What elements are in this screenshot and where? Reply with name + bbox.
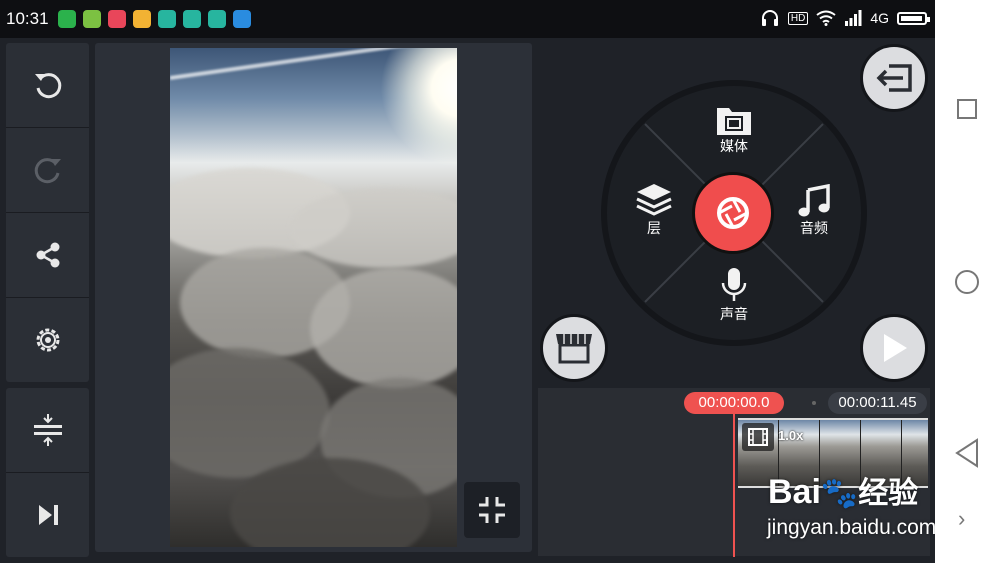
share-button[interactable] (6, 213, 89, 297)
exit-icon (876, 64, 912, 92)
status-time: 10:31 (6, 9, 49, 28)
playhead[interactable] (733, 414, 735, 557)
sun-glare (380, 48, 457, 168)
voice-menu-item[interactable]: 声音 (713, 266, 755, 324)
share-icon (36, 242, 59, 268)
audio-label: 音频 (800, 220, 828, 236)
recent-apps-button[interactable] (957, 99, 977, 119)
home-button[interactable] (955, 270, 979, 294)
total-time: 00:00:11.45 (828, 392, 927, 414)
skip-to-end-button[interactable] (6, 473, 89, 557)
battery-icon (897, 11, 930, 25)
undo-icon (34, 73, 61, 99)
signal-icon (845, 10, 862, 26)
skip-end-icon (38, 505, 58, 525)
asset-store-button[interactable] (540, 314, 608, 382)
gear-icon (36, 328, 59, 352)
layer-label: 层 (647, 220, 661, 236)
screenshot-icon (233, 10, 251, 28)
expand-vertical-icon (33, 414, 62, 446)
camera-shutter-icon (717, 197, 749, 229)
headphones-icon (761, 10, 778, 26)
shrink-preview-button[interactable] (464, 482, 520, 538)
app-notification-icon (208, 10, 226, 28)
watermark-logo: Bai🐾经验 (768, 473, 919, 511)
app-notification-icon (108, 10, 126, 28)
app-notification-icon (158, 10, 176, 28)
play-icon (884, 334, 907, 362)
notification-icons (58, 10, 251, 28)
redo-button[interactable] (6, 128, 89, 212)
wifi-icon (816, 10, 836, 26)
hd-badge: HD (787, 11, 809, 25)
music-note-icon (798, 184, 830, 217)
timeline-marker-dot (812, 401, 816, 405)
watermark-url: jingyan.baidu.com (767, 516, 937, 539)
status-bar: 10:31 HD 4G (0, 0, 935, 38)
chevron-right-icon[interactable]: › (958, 506, 965, 532)
wechat-icon (58, 10, 76, 28)
video-preview[interactable] (170, 48, 457, 547)
current-time: 00:00:00.0 (684, 392, 784, 414)
play-button[interactable] (860, 314, 928, 382)
collapse-icon (479, 497, 505, 523)
paw-icon: 🐾 (820, 477, 859, 510)
record-button[interactable] (692, 172, 774, 254)
settings-button[interactable] (6, 298, 89, 382)
network-type: 4G (870, 10, 889, 26)
layers-icon (636, 184, 672, 216)
app-notification-icon (83, 10, 101, 28)
media-folder-icon (717, 108, 751, 135)
film-icon (742, 423, 774, 451)
clip-speed: 1.0x (778, 428, 804, 443)
layer-menu-item[interactable]: 层 (634, 182, 674, 238)
store-icon (556, 334, 592, 364)
media-menu-item[interactable]: 媒体 (713, 104, 755, 156)
redo-icon (34, 158, 61, 184)
microphone-icon (721, 268, 747, 301)
undo-button[interactable] (6, 43, 89, 127)
exit-button[interactable] (860, 44, 928, 112)
timeline-adjust-button[interactable] (6, 388, 89, 472)
back-button[interactable] (954, 438, 980, 468)
voice-label: 声音 (720, 306, 748, 322)
app-notification-icon (183, 10, 201, 28)
media-label: 媒体 (720, 138, 748, 154)
audio-menu-item[interactable]: 音频 (794, 184, 834, 238)
app-notification-icon (133, 10, 151, 28)
